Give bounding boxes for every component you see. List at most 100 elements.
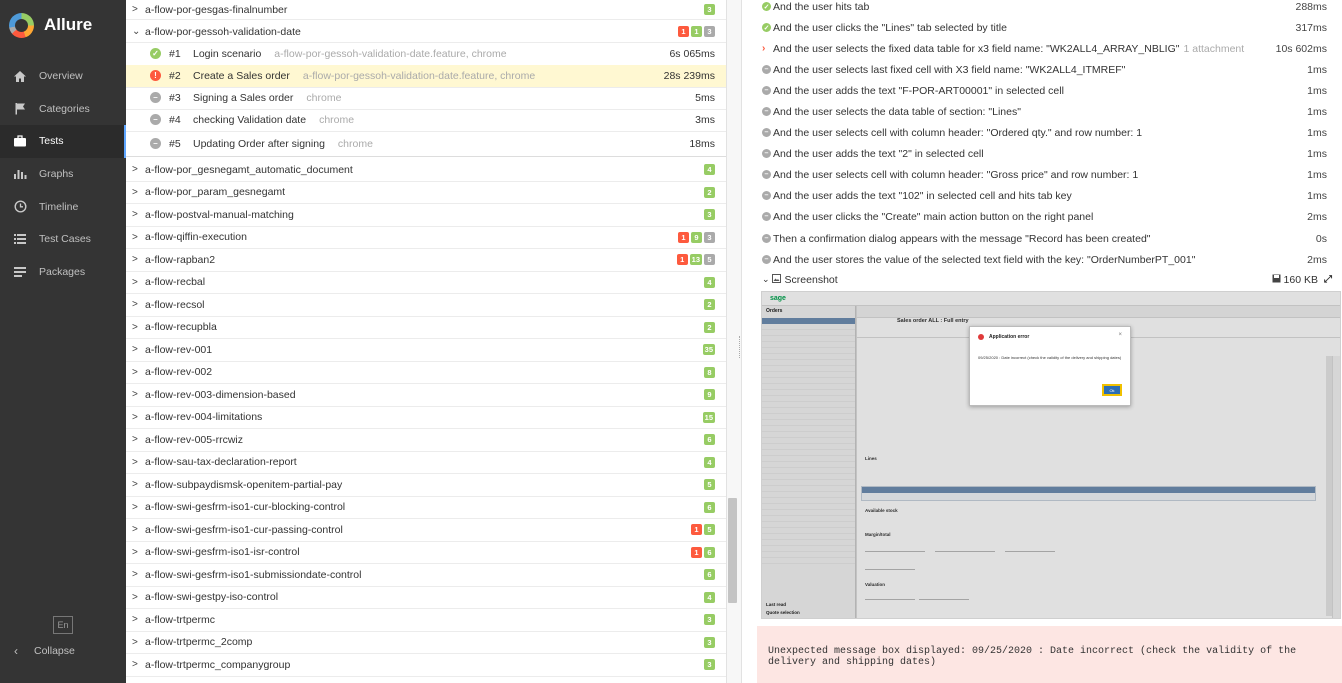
tree-group[interactable]: > a-flow-recsol 2 — [126, 294, 726, 317]
passed-count-badge: 4 — [704, 276, 715, 288]
test-case-row[interactable]: ✓ #1 Login scenario a-flow-por-gessoh-va… — [126, 43, 726, 66]
tree-group[interactable]: > a-flow-trtpermc_companygroup 3 — [126, 654, 726, 677]
passed-status-icon: ✓ — [150, 48, 161, 60]
passed-status-icon: ✓ — [762, 23, 771, 32]
step-duration: 2ms — [1307, 210, 1327, 223]
step-row[interactable]: – And the user adds the text "2" in selec… — [762, 143, 1327, 164]
step-row[interactable]: – And the user adds the text "102" in sel… — [762, 185, 1327, 206]
tree-group[interactable]: > a-flow-rev-005-rrcwiz 6 — [126, 429, 726, 452]
step-row[interactable]: – And the user selects the data table of … — [762, 101, 1327, 122]
group-name: a-flow-recsol — [145, 298, 205, 311]
group-badges: 3 — [704, 209, 715, 221]
tree-group[interactable]: > a-flow-rev-001 35 — [126, 339, 726, 362]
step-row[interactable]: – And the user selects cell with column h… — [762, 164, 1327, 185]
packages-icon — [12, 265, 28, 279]
step-duration: 0s — [1315, 232, 1327, 245]
step-row[interactable]: ✓ And the user hits tab 288ms — [762, 0, 1327, 17]
passed-count-badge: 1 — [691, 26, 702, 37]
tree-group[interactable]: > a-flow-rev-002 8 — [126, 362, 726, 384]
tree-group[interactable]: > a-flow-trtpermc 3 — [126, 609, 726, 632]
step-row[interactable]: ✓ And the user clicks the "Lines" tab se… — [762, 17, 1327, 38]
tree-group[interactable]: > a-flow-rev-004-limitations 15 — [126, 407, 726, 429]
group-badges: 6 — [704, 434, 715, 446]
test-case-row[interactable]: – #3 Signing a Sales order chrome 5ms — [126, 87, 726, 110]
tree-group[interactable]: > a-flow-swi-gesfrm-iso1-isr-control 1 6 — [126, 542, 726, 564]
step-row[interactable]: – And the user selects last fixed cell wi… — [762, 59, 1327, 80]
tree-group[interactable]: > a-flow-por_gesnegamt_automatic_document… — [126, 159, 726, 182]
app-logo[interactable]: Allure — [0, 0, 126, 50]
sidebar: Allure Overview Categories Tests Graphs — [0, 0, 126, 683]
tree-group[interactable]: > a-flow-swi-gesfrm-iso1-cur-passing-cont… — [126, 519, 726, 542]
tree-scrollbar[interactable] — [728, 498, 737, 603]
collapse-button[interactable]: ‹ Collapse — [14, 644, 75, 658]
passed-count-badge: 3 — [704, 659, 715, 671]
step-duration: 1ms — [1307, 126, 1327, 139]
tree-group[interactable]: > a-flow-trtpermc_2comp 3 — [126, 632, 726, 654]
test-case-row[interactable]: – #4 checking Validation date chrome 3ms — [126, 109, 726, 132]
tree-group[interactable]: > a-flow-recupbla 2 — [126, 317, 726, 339]
attachment-header[interactable]: ⌄ Screenshot 160 KB ⤢ — [762, 270, 1332, 289]
group-badges: 3 — [704, 636, 715, 648]
case-duration: 5ms — [695, 91, 715, 104]
skipped-status-icon: – — [150, 138, 161, 149]
step-row[interactable]: – And the user selects cell with column h… — [762, 122, 1327, 143]
test-case-row-selected[interactable]: ! #2 Create a Sales order a-flow-por-ges… — [126, 65, 726, 88]
tree-group-expanded[interactable]: ⌄ a-flow-por-gessoh-validation-date 1 1 … — [126, 21, 726, 43]
group-name: a-flow-rev-003-dimension-based — [145, 388, 296, 401]
sidebar-item-overview[interactable]: Overview — [0, 60, 126, 93]
step-row[interactable]: – And the user clicks the "Create" main a… — [762, 206, 1327, 227]
inner-error-dialog: Application error × 09/25/2020 : Date in… — [969, 326, 1131, 406]
tree-group[interactable]: > a-flow-swi-gesfrm-iso1-submissiondate-c… — [126, 564, 726, 587]
step-attachment-count[interactable]: 1 attachment — [1183, 43, 1244, 55]
case-meta: chrome — [306, 91, 342, 104]
tree-group[interactable]: > a-flow-swi-gestpy-iso-control 4 — [126, 587, 726, 609]
failed-count-badge: 1 — [691, 524, 702, 536]
group-name: a-flow-qiffin-execution — [145, 231, 247, 244]
sidebar-item-test-cases[interactable]: Test Cases — [0, 223, 126, 256]
step-text: And the user adds the text "102" in sele… — [773, 189, 1072, 202]
group-badges: 1 13 5 — [676, 254, 715, 266]
skipped-status-icon: – — [762, 128, 771, 137]
step-text: And the user hits tab — [773, 0, 870, 13]
error-message: Unexpected message box displayed: 09/25/… — [757, 626, 1342, 683]
chevron-right-icon: > — [132, 434, 138, 446]
chevron-right-icon: > — [132, 659, 138, 671]
tree-group[interactable]: > a-flow-por_param_gesnegamt 2 — [126, 182, 726, 204]
sidebar-item-timeline[interactable]: Timeline — [0, 190, 126, 223]
step-row[interactable]: – And the user adds the text "F-POR-ART00… — [762, 80, 1327, 101]
save-icon[interactable] — [1272, 274, 1281, 286]
tree-group[interactable]: > a-flow-qiffin-execution 1 9 3 — [126, 227, 726, 249]
tree-group[interactable]: > a-flow-rev-003-dimension-based 9 — [126, 384, 726, 407]
passed-count-badge: 2 — [704, 186, 715, 198]
tree-group[interactable]: > a-flow-subpaydismsk-openitem-partial-pa… — [126, 474, 726, 497]
sidebar-item-graphs[interactable]: Graphs — [0, 158, 126, 191]
test-case-row[interactable]: – #5 Updating Order after signing chrome… — [126, 131, 726, 157]
group-name: a-flow-rev-004-limitations — [145, 411, 263, 424]
tree-group[interactable]: > a-flow-swi-gesfrm-iso1-cur-blocking-con… — [126, 497, 726, 519]
expand-icon[interactable]: ⤢ — [1324, 274, 1332, 285]
tree-group[interactable]: > a-flow-sau-tax-declaration-report 4 — [126, 452, 726, 474]
attachment-size: 160 KB — [1283, 273, 1318, 286]
sidebar-item-tests[interactable]: Tests — [0, 125, 126, 158]
screenshot-image[interactable]: sage Orders Last read Quote selection Sa… — [761, 291, 1341, 619]
sidebar-item-label: Categories — [39, 102, 90, 115]
chevron-right-icon: > — [132, 299, 138, 311]
language-switcher[interactable]: En — [53, 616, 73, 634]
step-row[interactable]: – Then a confirmation dialog appears with… — [762, 228, 1327, 249]
sidebar-item-packages[interactable]: Packages — [0, 256, 126, 289]
tree-group[interactable]: > a-flow-postval-manual-matching 3 — [126, 204, 726, 227]
step-text: And the user clicks the "Lines" tab sele… — [773, 21, 1007, 34]
step-row-failed[interactable]: › And the user selects the fixed data ta… — [762, 38, 1327, 59]
splitter-grip[interactable] — [739, 336, 741, 358]
sidebar-item-categories[interactable]: Categories — [0, 93, 126, 126]
tree-group[interactable]: > a-flow-por-gesgas-finalnumber 3 — [126, 0, 726, 20]
tree-group[interactable]: > a-flow-rapban2 1 13 5 — [126, 249, 726, 272]
tree-group[interactable]: > a-flow-recbal 4 — [126, 272, 726, 294]
clock-icon — [12, 200, 28, 214]
sidebar-nav: Overview Categories Tests Graphs Timelin… — [0, 60, 126, 288]
group-name: a-flow-recbal — [145, 276, 206, 289]
group-name: a-flow-trtpermc_2comp — [145, 636, 253, 649]
group-badges: 6 — [704, 501, 715, 513]
step-row[interactable]: – And the user stores the value of the se… — [762, 249, 1327, 270]
group-name: a-flow-postval-manual-matching — [145, 208, 294, 221]
